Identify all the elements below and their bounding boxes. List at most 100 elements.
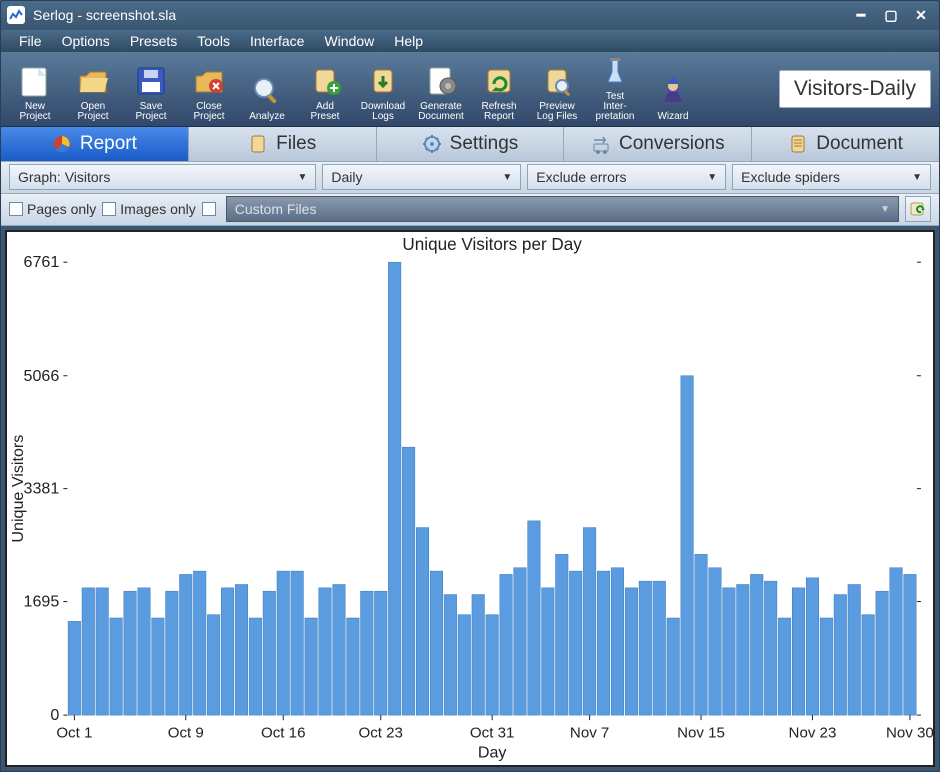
chart: Unique Visitors per DayUnique VisitorsDa… [7, 232, 933, 765]
errors-dropdown[interactable]: Exclude errors [527, 164, 726, 190]
chart-bar [486, 614, 499, 714]
x-tick: Nov 30 [886, 724, 933, 741]
chart-bar [625, 587, 638, 714]
preview-log-files-icon [540, 64, 574, 98]
refresh-report-icon [482, 64, 516, 98]
chart-bar [68, 621, 81, 715]
tab-report[interactable]: Report [1, 127, 189, 160]
menu-help[interactable]: Help [386, 31, 431, 51]
chart-bar [778, 618, 791, 715]
chart-bar [876, 591, 889, 715]
download-logs-button[interactable]: DownloadLogs [357, 56, 409, 122]
close-button[interactable]: ✕ [909, 6, 933, 24]
spiders-dropdown[interactable]: Exclude spiders [732, 164, 931, 190]
test-interpretation-icon [598, 54, 632, 88]
chart-bar [110, 618, 123, 715]
chart-bar [444, 594, 457, 715]
menu-presets[interactable]: Presets [122, 31, 185, 51]
test-interpretation-button[interactable]: TestInter-pretation [589, 56, 641, 122]
minimize-button[interactable]: ━ [849, 6, 873, 24]
chart-bar [681, 375, 694, 714]
open-project-button[interactable]: OpenProject [67, 56, 119, 122]
x-tick: Oct 31 [470, 724, 514, 741]
refresh-report-button[interactable]: RefreshReport [473, 56, 525, 122]
chart-bar [723, 587, 736, 714]
chart-bar [806, 577, 819, 714]
period-dropdown[interactable]: Daily [322, 164, 521, 190]
chart-bar [458, 614, 471, 714]
menu-file[interactable]: File [11, 31, 50, 51]
tab-conversions[interactable]: Conversions [564, 127, 752, 160]
wizard-button[interactable]: Wizard [647, 56, 699, 122]
images-only-checkbox[interactable]: Images only [102, 201, 195, 217]
chart-bar [904, 574, 917, 715]
menu-window[interactable]: Window [316, 31, 382, 51]
chart-bar [500, 574, 513, 715]
chart-bar [333, 584, 346, 715]
tab-document[interactable]: Document [752, 127, 939, 160]
maximize-button[interactable]: ▢ [879, 6, 903, 24]
chart-bar [235, 584, 248, 715]
chart-bar [166, 591, 179, 715]
new-project-button[interactable]: NewProject [9, 56, 61, 122]
save-project-icon [134, 64, 168, 98]
chart-bar [207, 614, 220, 714]
chart-bar [514, 567, 527, 714]
chart-bar [305, 618, 318, 715]
chart-bar [221, 587, 234, 714]
x-axis-label: Day [478, 743, 508, 761]
chart-bar [138, 587, 151, 714]
chart-bar [834, 594, 847, 715]
analyze-icon [250, 74, 284, 108]
chart-bar [737, 584, 750, 715]
tab-files[interactable]: Files [189, 127, 377, 160]
chart-bar [709, 567, 722, 714]
blank-checkbox[interactable] [202, 202, 220, 216]
filter-row: Graph: Visitors Daily Exclude errors Exc… [1, 162, 939, 194]
close-project-icon [192, 64, 226, 98]
preview-log-files-button[interactable]: PreviewLog Files [531, 56, 583, 122]
chart-area: Unique Visitors per DayUnique VisitorsDa… [5, 230, 935, 767]
chart-bar [347, 618, 360, 715]
chart-bar [848, 584, 861, 715]
view-label: Visitors-Daily [779, 70, 931, 108]
analyze-button[interactable]: Analyze [241, 56, 293, 122]
document-icon [788, 134, 808, 154]
add-preset-icon [308, 64, 342, 98]
app-icon [7, 6, 25, 24]
chart-bar [96, 587, 109, 714]
options-row: Pages only Images only Custom Files [1, 194, 939, 226]
chart-bar [388, 262, 401, 715]
chart-bar [361, 591, 374, 715]
menu-options[interactable]: Options [54, 31, 118, 51]
chart-bar [569, 571, 582, 715]
tab-settings[interactable]: Settings [377, 127, 565, 160]
chart-bar [667, 618, 680, 715]
y-tick: 5066 [24, 366, 60, 384]
custom-files-dropdown[interactable]: Custom Files [226, 196, 899, 222]
toolbar: NewProjectOpenProjectSaveProjectClosePro… [1, 52, 939, 127]
menu-tools[interactable]: Tools [189, 31, 238, 51]
y-tick: 6761 [24, 253, 60, 271]
chart-bar [764, 581, 777, 715]
menu-interface[interactable]: Interface [242, 31, 312, 51]
settings-icon [422, 134, 442, 154]
new-project-icon [18, 64, 52, 98]
refresh-chart-button[interactable] [905, 196, 931, 222]
x-tick: Nov 23 [789, 724, 837, 741]
close-project-button[interactable]: CloseProject [183, 56, 235, 122]
generate-document-button[interactable]: GenerateDocument [415, 56, 467, 122]
pages-only-checkbox[interactable]: Pages only [9, 201, 96, 217]
y-tick: 1695 [24, 592, 60, 610]
x-tick: Oct 23 [359, 724, 403, 741]
chart-bar [472, 594, 485, 715]
chart-bar [416, 527, 429, 715]
graph-dropdown[interactable]: Graph: Visitors [9, 164, 316, 190]
chart-bar [249, 618, 262, 715]
generate-document-icon [424, 64, 458, 98]
add-preset-button[interactable]: AddPreset [299, 56, 351, 122]
x-tick: Oct 16 [261, 724, 305, 741]
chart-bar [792, 587, 805, 714]
chart-bar [374, 591, 387, 715]
save-project-button[interactable]: SaveProject [125, 56, 177, 122]
